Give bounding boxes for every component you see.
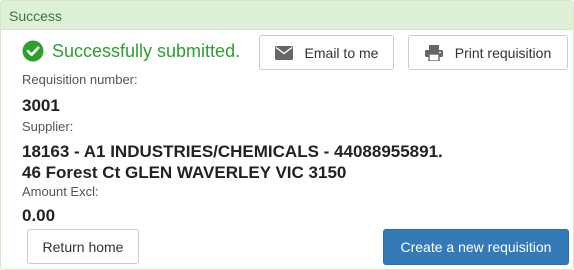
amount-value: 0.00 [22, 206, 56, 225]
requisition-number-value: 3001 [22, 96, 60, 115]
status-message: Successfully submitted. [22, 40, 240, 62]
print-requisition-button[interactable]: Print requisition [408, 35, 568, 70]
check-circle-icon [22, 40, 44, 62]
return-home-button[interactable]: Return home [27, 229, 139, 264]
print-button-label: Print requisition [454, 44, 552, 61]
return-home-label: Return home [42, 238, 124, 255]
amount-label: Amount Excl: [22, 184, 99, 199]
create-new-requisition-button[interactable]: Create a new requisition [383, 229, 569, 265]
supplier-line-1: 18163 - A1 INDUSTRIES/CHEMICALS - 440889… [22, 142, 443, 161]
supplier-label: Supplier: [22, 119, 74, 134]
email-button-label: Email to me [304, 44, 379, 61]
envelope-icon [274, 45, 293, 60]
requisition-number-label: Requisition number: [22, 72, 138, 87]
printer-icon [424, 44, 443, 61]
email-to-me-button[interactable]: Email to me [259, 35, 394, 70]
panel-heading: Success [1, 1, 573, 30]
status-text: Successfully submitted. [52, 40, 241, 61]
create-requisition-label: Create a new requisition [400, 239, 552, 255]
supplier-line-2: 46 Forest Ct GLEN WAVERLEY VIC 3150 [22, 163, 347, 182]
